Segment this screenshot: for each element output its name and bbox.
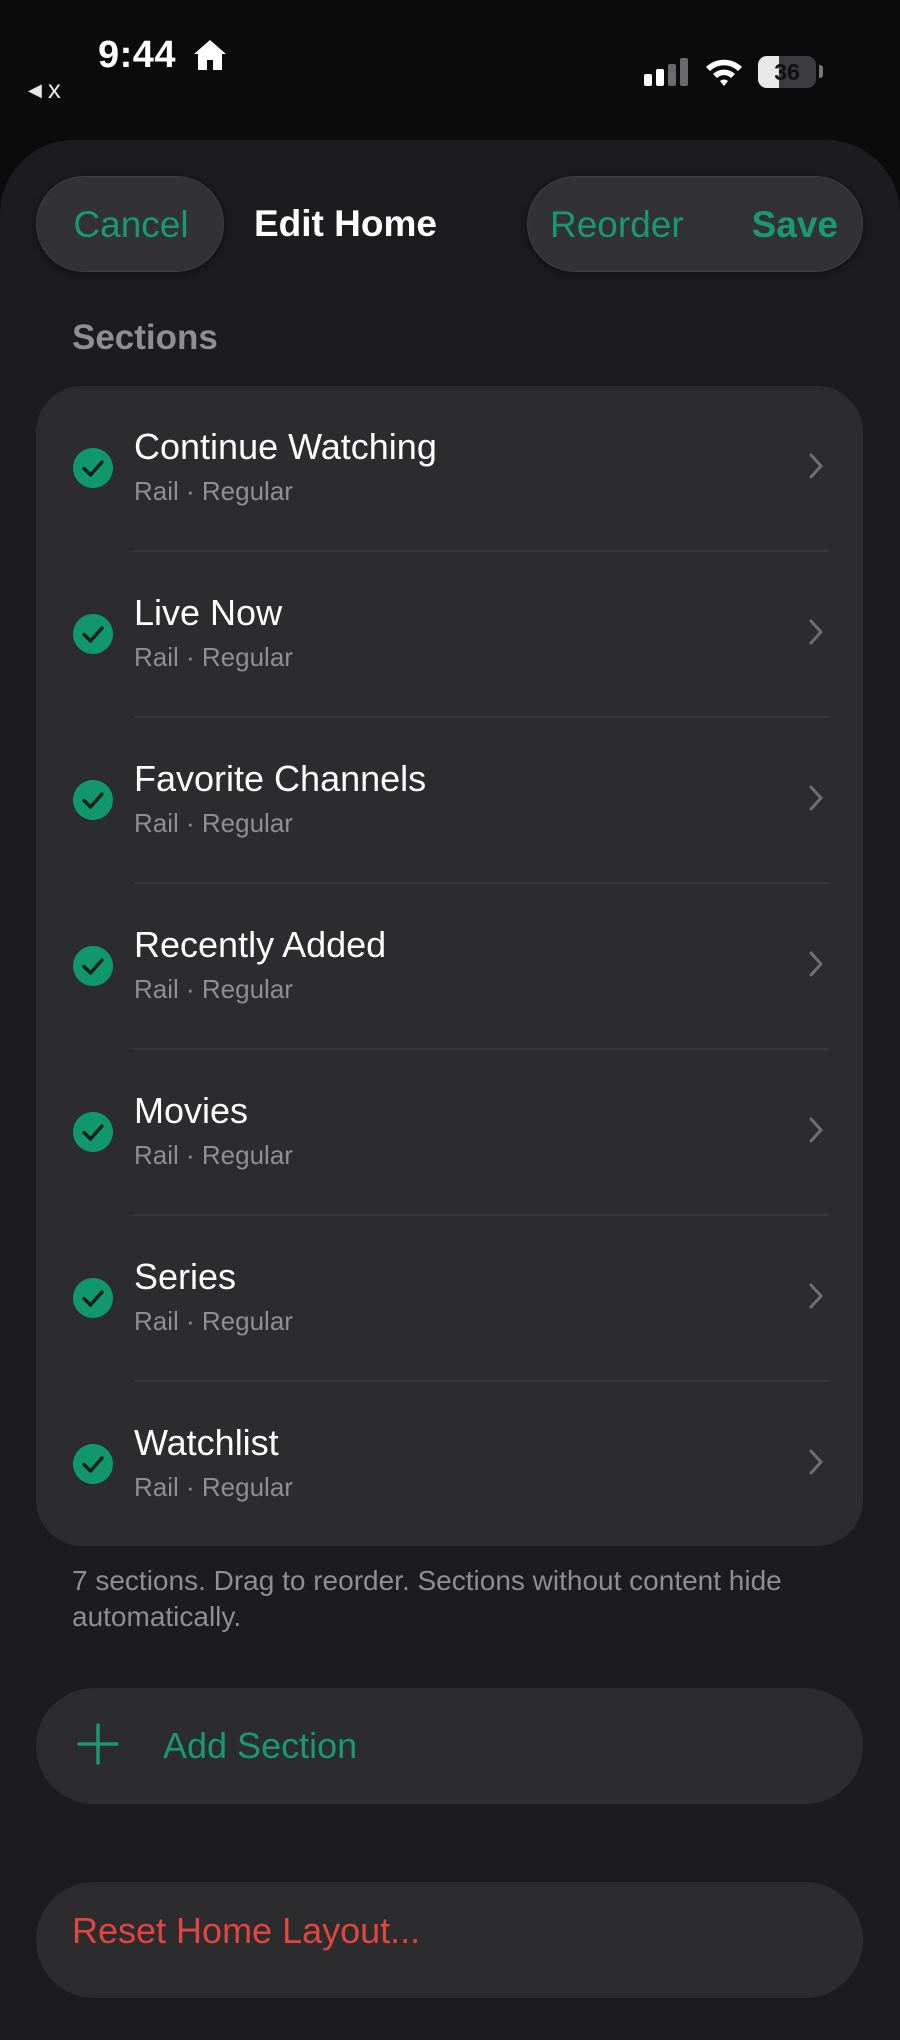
back-app-label: x <box>47 74 61 104</box>
status-bar: 9:44 ◀ x 36 <box>0 0 900 130</box>
section-title: Favorite Channels <box>134 758 427 799</box>
check-circle-icon[interactable] <box>73 1278 113 1318</box>
status-time: 9:44 <box>98 34 177 76</box>
battery-icon: 36 <box>758 56 816 88</box>
section-row-recently-added[interactable]: Recently Added Rail · Regular <box>36 884 863 1050</box>
section-subtitle: Rail · Regular <box>134 1306 293 1336</box>
chevron-right-icon <box>809 453 823 479</box>
page-title: Edit Home <box>254 203 437 244</box>
check-circle-icon[interactable] <box>73 448 113 488</box>
add-section-button[interactable]: Add Section <box>36 1688 863 1804</box>
section-row-favorite-channels[interactable]: Favorite Channels Rail · Regular <box>36 718 863 884</box>
section-subtitle: Rail · Regular <box>134 476 293 506</box>
sections-list: Continue Watching Rail · Regular Live No… <box>36 386 863 1546</box>
section-title: Live Now <box>134 592 283 633</box>
battery-cap <box>819 65 823 78</box>
section-title: Movies <box>134 1090 249 1131</box>
plus-icon <box>77 1723 119 1765</box>
section-subtitle: Rail · Regular <box>134 642 293 672</box>
home-icon <box>194 40 226 70</box>
chevron-right-icon <box>809 785 823 811</box>
check-circle-icon[interactable] <box>73 946 113 986</box>
wifi-icon <box>706 59 742 86</box>
add-section-label: Add Section <box>163 1725 358 1766</box>
actions-pill: Reorder Save <box>527 176 863 272</box>
section-subtitle: Rail · Regular <box>134 1472 293 1502</box>
check-circle-icon[interactable] <box>73 1444 113 1484</box>
cellular-signal-icon <box>644 58 688 86</box>
check-circle-icon[interactable] <box>73 780 113 820</box>
back-to-app-button[interactable]: ◀ x <box>28 74 61 105</box>
check-circle-icon[interactable] <box>73 1112 113 1152</box>
cancel-button[interactable]: Cancel <box>37 177 225 273</box>
section-subtitle: Rail · Regular <box>134 808 293 838</box>
reset-home-layout-button[interactable]: Reset Home Layout... <box>36 1882 863 1998</box>
section-title: Recently Added <box>134 924 387 965</box>
sections-footer-note: 7 sections. Drag to reorder. Sections wi… <box>72 1565 782 1632</box>
section-subtitle: Rail · Regular <box>134 974 293 1004</box>
reset-home-layout-label: Reset Home Layout... <box>72 1910 421 1951</box>
section-title: Continue Watching <box>134 426 437 467</box>
section-title: Watchlist <box>134 1422 279 1463</box>
section-row-watchlist[interactable]: Watchlist Rail · Regular <box>36 1382 863 1546</box>
cancel-pill: Cancel <box>36 176 224 272</box>
chevron-right-icon <box>809 1117 823 1143</box>
sections-header: Sections <box>72 318 218 357</box>
edit-home-sheet: Cancel Edit Home Reorder Save Sections C… <box>0 140 900 2040</box>
section-row-movies[interactable]: Movies Rail · Regular <box>36 1050 863 1216</box>
section-row-live-now[interactable]: Live Now Rail · Regular <box>36 552 863 718</box>
chevron-right-icon <box>809 951 823 977</box>
back-triangle-icon: ◀ <box>28 80 42 100</box>
chevron-right-icon <box>809 619 823 645</box>
section-row-series[interactable]: Series Rail · Regular <box>36 1216 863 1382</box>
chevron-right-icon <box>809 1283 823 1309</box>
check-circle-icon[interactable] <box>73 614 113 654</box>
section-row-continue-watching[interactable]: Continue Watching Rail · Regular <box>36 386 863 552</box>
section-title: Series <box>134 1256 237 1297</box>
section-subtitle: Rail · Regular <box>134 1140 293 1170</box>
reorder-button[interactable]: Reorder <box>550 177 684 273</box>
battery-level: 36 <box>774 59 800 85</box>
save-button[interactable]: Save <box>752 177 838 273</box>
chevron-right-icon <box>809 1449 823 1475</box>
